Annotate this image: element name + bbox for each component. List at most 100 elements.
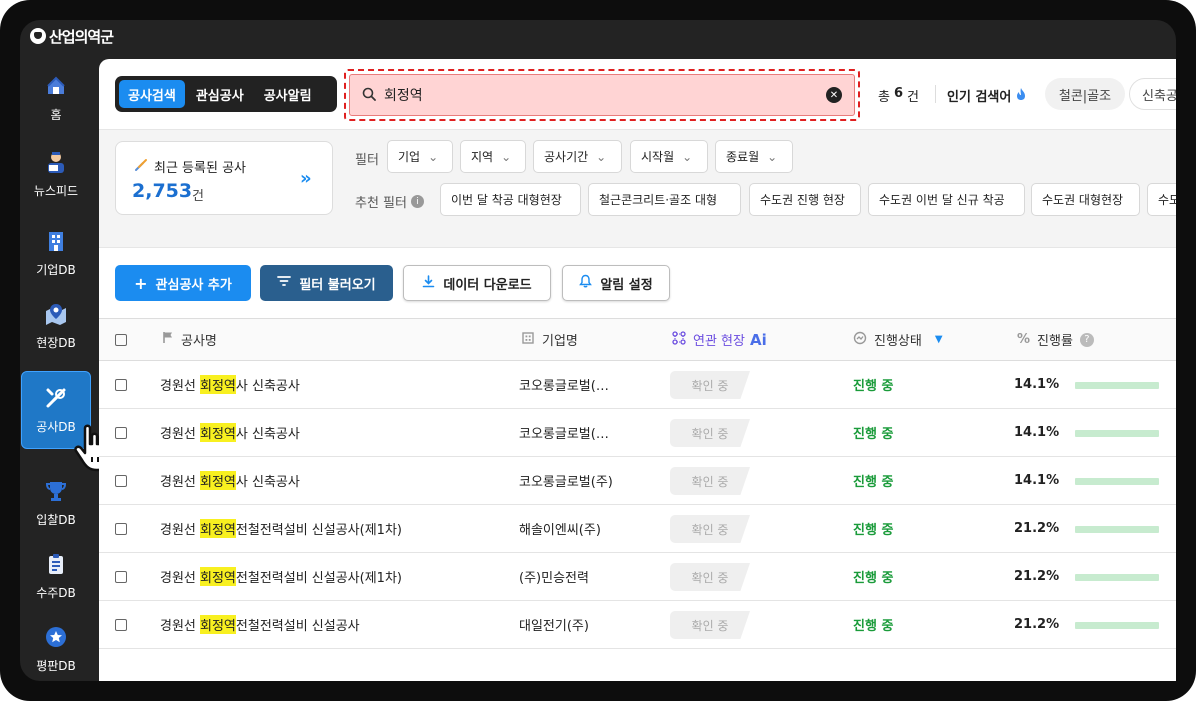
data-download-button[interactable]: 데이터 다운로드 bbox=[403, 265, 551, 301]
column-header-related-site[interactable]: 연관 현장 Ai bbox=[672, 319, 767, 360]
double-chevron-right-icon[interactable]: » bbox=[300, 168, 312, 189]
recommended-filter-chip[interactable]: 수도권 이번 달 신규 착공 bbox=[868, 183, 1025, 216]
sidebar-item-order-db[interactable]: 수주DB bbox=[22, 538, 90, 614]
construction-name[interactable]: 경원선 회정역 전철전력설비 신설공사(제1차) bbox=[160, 553, 402, 600]
name-rest: 전철전력설비 신설공사(제1차) bbox=[235, 571, 402, 586]
recommended-filter-chip[interactable]: 이번 달 착공 대형현장 bbox=[440, 183, 581, 216]
tab-interest-construction[interactable]: 관심공사 bbox=[187, 80, 253, 108]
recommended-filter-chip[interactable]: 수도 bbox=[1147, 183, 1176, 216]
brand-name: 산업의역군 bbox=[49, 27, 114, 46]
sidebar-item-site-db[interactable]: 현장DB bbox=[22, 288, 90, 364]
sort-down-icon[interactable]: ▼ bbox=[935, 334, 943, 345]
filter-dropdown-end-month[interactable]: 종료월 ⌄ bbox=[715, 140, 793, 173]
construction-name[interactable]: 경원선 회정역 사 신축공사 bbox=[160, 409, 300, 456]
name-prefix: 경원선 bbox=[160, 427, 201, 442]
newsfeed-icon bbox=[44, 150, 68, 174]
sidebar-item-newsfeed[interactable]: 뉴스피드 bbox=[22, 136, 90, 212]
company-name[interactable]: 코오롱글로벌(… bbox=[519, 361, 609, 408]
recommended-filter-chip[interactable]: 수도권 대형현장 bbox=[1031, 183, 1140, 216]
sidebar-item-home[interactable]: 홈 bbox=[22, 60, 90, 136]
chevron-down-icon: ⌄ bbox=[767, 149, 778, 164]
sidebar-item-reputation-db[interactable]: 평판DB bbox=[22, 611, 90, 681]
column-label: 공사명 bbox=[181, 334, 217, 349]
alert-settings-button[interactable]: 알림 설정 bbox=[562, 265, 670, 301]
sidebar-item-label: 입찰DB bbox=[36, 512, 76, 527]
row-checkbox[interactable] bbox=[115, 571, 127, 583]
company-name[interactable]: 코오롱글로벌(주) bbox=[519, 457, 613, 504]
result-count-value: 6 bbox=[893, 86, 904, 101]
recommended-filter-chip[interactable]: 철근콘크리트·골조 대형 bbox=[588, 183, 741, 216]
add-interest-button[interactable]: + 관심공사 추가 bbox=[115, 265, 251, 301]
network-icon bbox=[672, 330, 686, 349]
name-prefix: 경원선 bbox=[160, 475, 201, 490]
ai-badge: Ai bbox=[749, 330, 767, 349]
table-row[interactable]: 경원선 회정역 사 신축공사 코오롱글로벌(… 확인 중 진행 중 14.1% bbox=[99, 409, 1176, 457]
recommended-filter-chip[interactable]: 수도권 진행 현장 bbox=[749, 183, 861, 216]
company-name[interactable]: 해솔이엔씨(주) bbox=[519, 505, 601, 552]
row-checkbox[interactable] bbox=[115, 523, 127, 535]
recent-count: 2,753 bbox=[132, 180, 193, 202]
result-count-prefix: 총 bbox=[878, 90, 890, 105]
button-label: 필터 불러오기 bbox=[299, 277, 376, 293]
company-name[interactable]: 대일전기(주) bbox=[519, 601, 589, 648]
map-pin-icon bbox=[44, 302, 68, 326]
dropdown-label: 종료월 bbox=[726, 150, 760, 164]
help-icon[interactable]: ? bbox=[1079, 332, 1094, 347]
column-header-company[interactable]: 기업명 bbox=[521, 319, 578, 360]
sidebar-item-label: 수주DB bbox=[36, 585, 76, 600]
column-header-progress[interactable]: % 진행률 ? bbox=[1017, 319, 1094, 360]
dropdown-label: 지역 bbox=[471, 150, 494, 164]
building-icon bbox=[44, 229, 68, 253]
filter-dropdown-start-month[interactable]: 시작월 ⌄ bbox=[630, 140, 708, 173]
clear-search-icon[interactable]: ✕ bbox=[826, 87, 842, 103]
sidebar-item-label: 현장DB bbox=[36, 335, 76, 350]
tab-construction-alert[interactable]: 공사알림 bbox=[255, 80, 321, 108]
column-header-status[interactable]: 진행상태 ▼ bbox=[853, 319, 943, 360]
company-name[interactable]: (주)민승전력 bbox=[519, 553, 589, 600]
table-row[interactable]: 경원선 회정역 전철전력설비 신설공사(제1차) (주)민승전력 확인 중 진행 중 21… bbox=[99, 553, 1176, 601]
popular-chip[interactable]: 철콘|골조 bbox=[1045, 78, 1125, 110]
row-checkbox[interactable] bbox=[115, 619, 127, 631]
row-checkbox[interactable] bbox=[115, 427, 127, 439]
brand-logo: 산업의역군 bbox=[30, 26, 114, 46]
recent-title: 최근 등록된 공사 bbox=[134, 157, 246, 176]
row-checkbox[interactable] bbox=[115, 475, 127, 487]
table-row[interactable]: 경원선 회정역 사 신축공사 코오롱글로벌(주) 확인 중 진행 중 14.1% bbox=[99, 457, 1176, 505]
plus-icon: + bbox=[134, 273, 148, 293]
column-header-name[interactable]: 공사명 bbox=[162, 319, 217, 360]
construction-name[interactable]: 경원선 회정역 전철전력설비 신설공사 bbox=[160, 601, 360, 648]
recommended-filter-text: 추천 필터 bbox=[355, 196, 407, 211]
load-filter-button[interactable]: 필터 불러오기 bbox=[260, 265, 393, 301]
recent-registered-card[interactable]: 최근 등록된 공사 2,753 건 » bbox=[115, 141, 333, 215]
progress-percent: 14.1% bbox=[1014, 377, 1060, 392]
top-bar: 공사검색 관심공사 공사알림 회정역 ✕ 총 6 건 인기 검색어 철콘|골조 … bbox=[99, 59, 1176, 130]
table-row[interactable]: 경원선 회정역 전철전력설비 신설공사 대일전기(주) 확인 중 진행 중 21.2% bbox=[99, 601, 1176, 649]
search-highlight-box: 회정역 ✕ bbox=[344, 69, 860, 121]
building-small-icon bbox=[521, 331, 535, 348]
name-rest: 사 신축공사 bbox=[235, 379, 300, 394]
tab-construction-search[interactable]: 공사검색 bbox=[119, 80, 185, 108]
company-name[interactable]: 코오롱글로벌(… bbox=[519, 409, 609, 456]
name-rest: 사 신축공사 bbox=[235, 427, 300, 442]
recent-count-unit: 건 bbox=[192, 189, 204, 204]
star-badge-icon bbox=[44, 625, 68, 649]
sidebar-item-company-db[interactable]: 기업DB bbox=[22, 215, 90, 291]
filter-dropdown-region[interactable]: 지역 ⌄ bbox=[460, 140, 526, 173]
table-row[interactable]: 경원선 회정역 전철전력설비 신설공사(제1차) 해솔이엔씨(주) 확인 중 진행 중 2… bbox=[99, 505, 1176, 553]
filter-dropdown-company[interactable]: 기업 ⌄ bbox=[387, 140, 453, 173]
table-row[interactable]: 경원선 회정역 사 신축공사 코오롱글로벌(… 확인 중 진행 중 14.1% bbox=[99, 361, 1176, 409]
name-rest: 사 신축공사 bbox=[235, 475, 300, 490]
status-badge: 진행 중 bbox=[853, 379, 894, 394]
row-checkbox[interactable] bbox=[115, 379, 127, 391]
filter-dropdown-period[interactable]: 공사기간 ⌄ bbox=[533, 140, 622, 173]
construction-name[interactable]: 경원선 회정역 사 신축공사 bbox=[160, 457, 300, 504]
construction-name[interactable]: 경원선 회정역 전철전력설비 신설공사(제1차) bbox=[160, 505, 402, 552]
result-count-unit: 건 bbox=[907, 90, 919, 105]
dropdown-label: 기업 bbox=[398, 150, 421, 164]
construction-name[interactable]: 경원선 회정역 사 신축공사 bbox=[160, 361, 300, 408]
search-input[interactable]: 회정역 ✕ bbox=[349, 74, 855, 116]
progress-percent: 21.2% bbox=[1014, 569, 1060, 584]
select-all-checkbox[interactable] bbox=[115, 334, 127, 346]
popular-chip[interactable]: 신축공 bbox=[1129, 78, 1176, 110]
chevron-down-icon: ⌄ bbox=[682, 149, 693, 164]
